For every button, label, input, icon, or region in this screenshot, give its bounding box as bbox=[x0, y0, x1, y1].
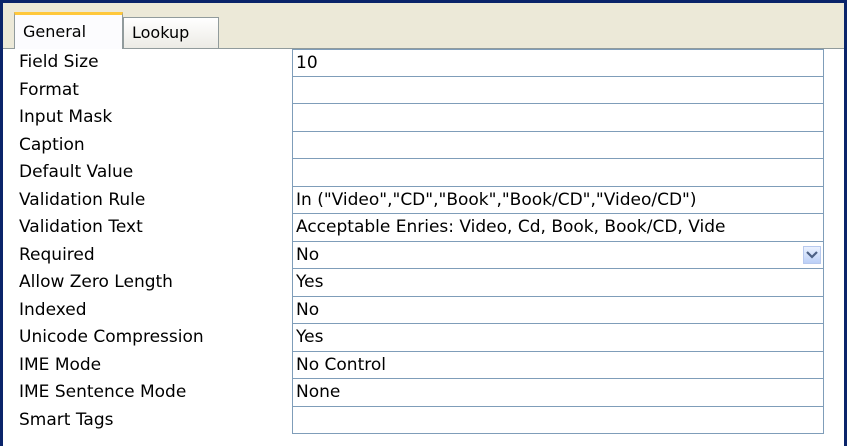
tab-bar: General Lookup bbox=[3, 3, 844, 49]
indexed-input[interactable]: No bbox=[292, 296, 824, 324]
property-label: Validation Text bbox=[19, 217, 143, 237]
property-label: Allow Zero Length bbox=[19, 272, 173, 292]
property-row-validation-text: Validation Text Acceptable Enries: Video… bbox=[17, 214, 837, 242]
property-row-allow-zero-length: Allow Zero Length Yes bbox=[17, 269, 837, 297]
property-row-required: Required No bbox=[17, 241, 837, 269]
property-row-field-size: Field Size 10 bbox=[17, 49, 837, 77]
required-value: No bbox=[296, 244, 320, 265]
property-row-indexed: Indexed No bbox=[17, 296, 837, 324]
tab-general[interactable]: General bbox=[14, 12, 123, 49]
smart-tags-input[interactable] bbox=[292, 406, 824, 434]
property-label: Unicode Compression bbox=[19, 327, 204, 347]
property-label: IME Mode bbox=[19, 354, 102, 375]
unicode-compression-input[interactable]: Yes bbox=[292, 324, 824, 352]
property-label: Input Mask bbox=[19, 107, 113, 127]
property-row-default-value: Default Value bbox=[17, 159, 837, 187]
caption-input[interactable] bbox=[292, 131, 824, 159]
field-properties-panel: General Lookup Field Size 10 Format Inpu… bbox=[0, 0, 847, 446]
allow-zero-length-input[interactable]: Yes bbox=[292, 269, 824, 297]
required-select[interactable]: No bbox=[292, 241, 824, 269]
property-label: IME Sentence Mode bbox=[19, 382, 187, 402]
property-row-caption: Caption bbox=[17, 131, 837, 159]
property-label: Default Value bbox=[19, 162, 134, 182]
property-label: Field Size bbox=[19, 52, 99, 72]
tab-lookup[interactable]: Lookup bbox=[123, 17, 219, 48]
property-row-validation-rule: Validation Rule In ("Video","CD","Book",… bbox=[17, 186, 837, 214]
format-input[interactable] bbox=[292, 76, 824, 104]
property-label: Smart Tags bbox=[19, 409, 114, 430]
property-label: Required bbox=[19, 244, 95, 265]
validation-text-input[interactable]: Acceptable Enries: Video, Cd, Book, Book… bbox=[292, 214, 824, 242]
default-value-input[interactable] bbox=[292, 159, 824, 187]
field-size-input[interactable]: 10 bbox=[292, 49, 824, 77]
property-label: Format bbox=[19, 79, 79, 100]
input-mask-input[interactable] bbox=[292, 104, 824, 132]
chevron-down-icon bbox=[806, 250, 818, 259]
property-label: Validation Rule bbox=[19, 189, 146, 210]
ime-mode-input[interactable]: No Control bbox=[292, 351, 824, 379]
property-row-smart-tags: Smart Tags bbox=[17, 406, 837, 434]
property-row-format: Format bbox=[17, 76, 837, 104]
property-label: Caption bbox=[19, 134, 85, 155]
ime-sentence-mode-input[interactable]: None bbox=[292, 379, 824, 407]
property-label: Indexed bbox=[19, 299, 87, 320]
property-row-ime-mode: IME Mode No Control bbox=[17, 351, 837, 379]
property-row-input-mask: Input Mask bbox=[17, 104, 837, 132]
property-row-ime-sentence-mode: IME Sentence Mode None bbox=[17, 379, 837, 407]
validation-rule-input[interactable]: In ("Video","CD","Book","Book/CD","Video… bbox=[292, 186, 824, 214]
dropdown-button[interactable] bbox=[803, 245, 821, 264]
property-row-unicode-compression: Unicode Compression Yes bbox=[17, 324, 837, 352]
property-grid: Field Size 10 Format Input Mask Caption … bbox=[3, 49, 844, 446]
